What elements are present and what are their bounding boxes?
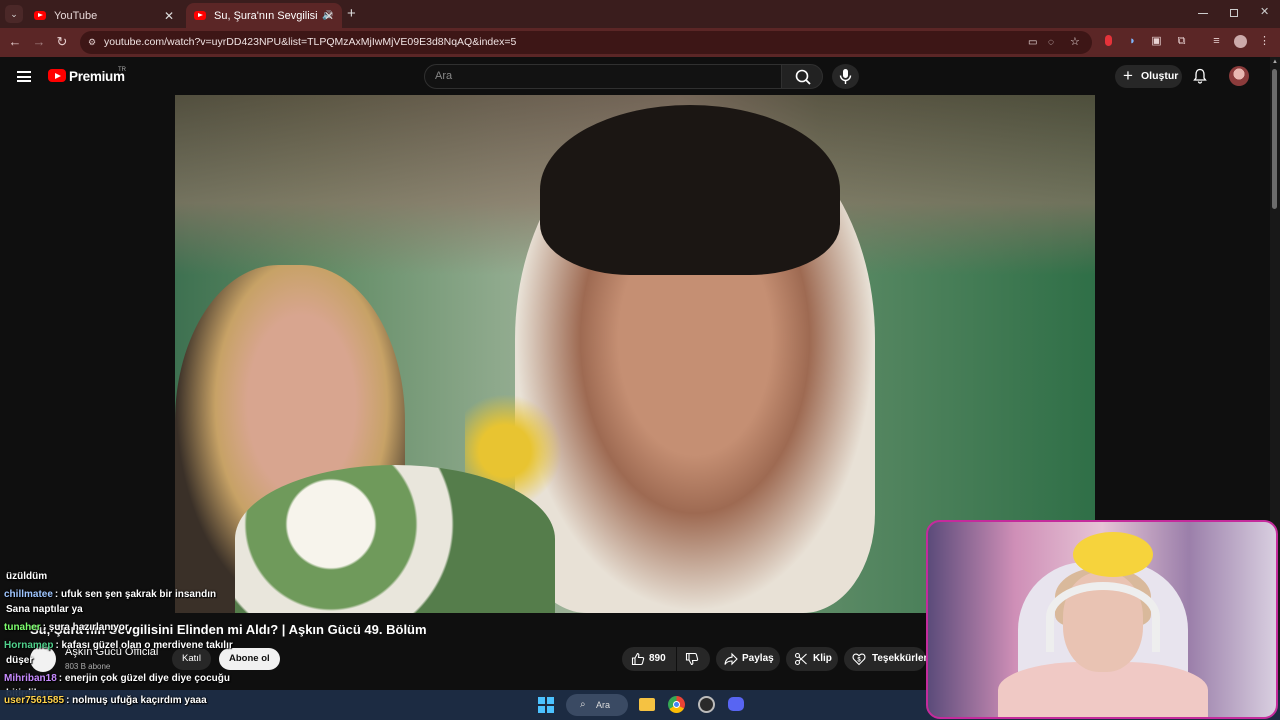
menu-icon[interactable] [17, 71, 31, 82]
like-button[interactable]: 890 [622, 647, 676, 671]
clip-label: Klip [813, 653, 832, 664]
brand-region: TR [118, 67, 126, 73]
voice-search-button[interactable] [832, 64, 859, 89]
chat-message: Mihriban18: enerjin çok güzel diye diye … [4, 673, 230, 684]
search-placeholder: Ara [435, 70, 453, 82]
microphone-icon [839, 69, 852, 84]
youtube-header: Premium TR Ara Oluştur [0, 57, 1270, 95]
chrome-icon[interactable] [668, 696, 685, 713]
profile-avatar-icon[interactable] [1234, 35, 1247, 48]
tab-title: YouTube [54, 9, 98, 22]
tab-close-icon[interactable]: ✕ [324, 9, 334, 23]
scissors-icon [794, 652, 807, 666]
extension-shield-icon[interactable]: ▣ [1150, 35, 1163, 48]
search-icon: ⌕ [580, 699, 586, 710]
chat-message: Hornamep: kafası güzel olan o merdivene … [4, 640, 233, 651]
scrollbar-thumb[interactable] [1272, 69, 1277, 209]
tab-close-icon[interactable]: ✕ [164, 9, 174, 23]
chat-message: chillmatee: ufuk sen şen şakrak bir insa… [4, 589, 216, 600]
chat-text: : enerjin çok güzel diye diye çocuğu [58, 673, 230, 684]
site-settings-icon[interactable]: ⚙ [88, 31, 96, 54]
chat-message: tunaher: şura hazırlanıyor [4, 622, 129, 633]
chat-username: user7561585 [4, 695, 65, 706]
forward-arrow-icon[interactable]: → [31, 34, 47, 49]
share-arrow-icon [724, 652, 738, 666]
webcam-headset [1046, 582, 1160, 652]
video-person-hair [540, 105, 840, 275]
chat-username: Mihriban18 [4, 673, 57, 684]
search-icon [795, 69, 811, 85]
chat-username: Hornamep [4, 640, 54, 651]
streamer-webcam [926, 520, 1278, 719]
thanks-heart-icon: $ [852, 653, 866, 666]
extension-audio-icon[interactable]: ◗ [1126, 35, 1139, 48]
search-input[interactable]: Ara [424, 64, 782, 89]
subscribe-button[interactable]: Abone ol [219, 648, 280, 670]
file-explorer-icon[interactable] [639, 698, 655, 711]
create-label: Oluştur [1141, 70, 1179, 82]
close-window-icon[interactable]: ✕ [1260, 5, 1269, 18]
chat-text: Sana naptılar ya [6, 604, 83, 615]
share-button[interactable]: Paylaş [716, 647, 780, 671]
chat-message: user7561585: nolmuş ufuğa kaçırdım yaaa [4, 695, 207, 706]
tab-current-video[interactable]: Su, Şura'nın Sevgilisini Elinde 🔊 ✕ [186, 3, 342, 28]
like-count: 890 [649, 653, 666, 664]
bookmark-star-icon[interactable]: ☆ [1070, 31, 1080, 54]
chat-text: üzüldüm [6, 571, 48, 582]
app-icon[interactable] [698, 696, 715, 713]
chat-message: Sana naptılar ya [4, 604, 83, 615]
scroll-up-arrow-icon[interactable]: ▲ [1272, 59, 1278, 65]
chat-message: üzüldüm [4, 571, 47, 582]
tracking-protection-icon[interactable]: ◌ [1048, 31, 1054, 54]
minimize-window-icon[interactable] [1198, 13, 1208, 14]
join-button[interactable]: Katıl [172, 648, 212, 670]
youtube-favicon-icon [194, 11, 206, 20]
notifications-bell-icon[interactable] [1193, 68, 1207, 84]
restore-window-icon[interactable] [1230, 9, 1238, 17]
chat-message: düşer [4, 655, 33, 666]
new-tab-button[interactable]: + [347, 5, 356, 22]
thanks-button[interactable]: $ Teşekkürler [844, 647, 928, 671]
video-bouquet [235, 465, 555, 613]
chat-username: tunaher [4, 622, 41, 633]
discord-icon[interactable] [728, 697, 744, 711]
thanks-label: Teşekkürler [872, 653, 928, 664]
share-label: Paylaş [742, 653, 774, 664]
chat-text: : ufuk sen şen şakrak bir insandın [54, 589, 217, 600]
windows-start-icon[interactable] [538, 697, 554, 713]
extension-red-icon[interactable] [1102, 35, 1115, 48]
chat-text: : nolmuş ufuğa kaçırdım yaaa [66, 695, 207, 706]
subscriber-count: 803 B abone [65, 662, 111, 671]
chat-text: : kafası güzel olan o merdivene takılır [55, 640, 233, 651]
extensions-puzzle-icon[interactable]: ⧉ [1175, 35, 1188, 48]
browser-toolbar: ← → ↻ ⚙ youtube.com/watch?v=uyrDD423NPU&… [0, 28, 1280, 57]
clip-button[interactable]: Klip [786, 647, 838, 671]
create-button[interactable]: Oluştur [1115, 64, 1182, 88]
chat-username: chillmatee [4, 589, 53, 600]
thumbs-up-icon [631, 652, 645, 666]
youtube-logo-icon[interactable] [48, 69, 66, 82]
dislike-button[interactable] [677, 647, 710, 671]
search-button[interactable] [781, 64, 823, 89]
chat-text: : şura hazırlanıyor [42, 622, 129, 633]
taskbar-search-label: Ara [596, 700, 611, 710]
reload-icon[interactable]: ↻ [54, 34, 70, 50]
webcam-pikachu-hat [1073, 532, 1153, 577]
account-avatar[interactable] [1229, 66, 1249, 86]
brand-name[interactable]: Premium [69, 69, 125, 84]
back-arrow-icon[interactable]: ← [7, 34, 23, 49]
youtube-favicon-icon [34, 11, 46, 20]
reading-list-icon[interactable]: ≡ [1210, 35, 1223, 48]
address-input[interactable]: ⚙ youtube.com/watch?v=uyrDD423NPU&list=T… [80, 31, 1092, 54]
tab-youtube[interactable]: YouTube ✕ [26, 3, 182, 28]
thumbs-down-icon [685, 652, 699, 666]
tab-title: Su, Şura'nın Sevgilisini Elinde [214, 9, 318, 22]
install-app-icon[interactable]: ▭ [1028, 31, 1037, 54]
url-text: youtube.com/watch?v=uyrDD423NPU&list=TLP… [104, 36, 517, 48]
browser-tab-bar: ⌄ YouTube ✕ Su, Şura'nın Sevgilisini Eli… [0, 0, 1280, 28]
tab-search-button[interactable]: ⌄ [5, 5, 23, 23]
taskbar-search[interactable]: ⌕ Ara [566, 694, 628, 716]
chat-text: düşer [6, 655, 34, 666]
browser-menu-icon[interactable]: ⋮ [1258, 35, 1271, 48]
